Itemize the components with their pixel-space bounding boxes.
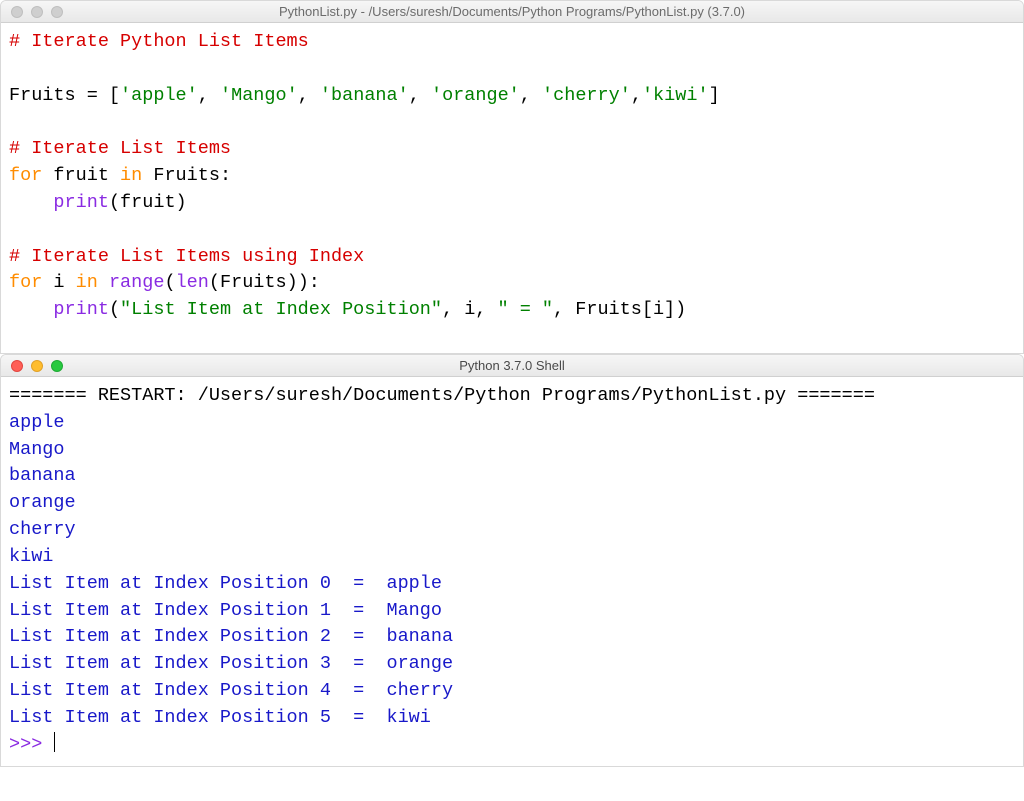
- cursor-icon: [54, 732, 55, 752]
- editor-titlebar[interactable]: PythonList.py - /Users/suresh/Documents/…: [1, 1, 1023, 23]
- code-var: Fruits: [9, 85, 76, 106]
- shell-output-line: List Item at Index Position 0 = apple: [9, 571, 1015, 598]
- editor-traffic-lights: [11, 6, 63, 18]
- code-comment: # Iterate Python List Items: [9, 31, 309, 52]
- shell-output-line: kiwi: [9, 544, 1015, 571]
- code-editor[interactable]: # Iterate Python List Items Fruits = ['a…: [1, 23, 1023, 353]
- shell-window: Python 3.7.0 Shell ======= RESTART: /Use…: [0, 354, 1024, 767]
- shell-output-line: banana: [9, 463, 1015, 490]
- zoom-icon[interactable]: [51, 360, 63, 372]
- shell-output-line: Mango: [9, 437, 1015, 464]
- shell-output-line: List Item at Index Position 1 = Mango: [9, 598, 1015, 625]
- shell-output-line: List Item at Index Position 2 = banana: [9, 624, 1015, 651]
- code-keyword-for: for: [9, 165, 42, 186]
- code-keyword-for: for: [9, 272, 42, 293]
- minimize-icon[interactable]: [31, 6, 43, 18]
- shell-output-line: cherry: [9, 517, 1015, 544]
- code-keyword-in: in: [76, 272, 98, 293]
- shell-titlebar[interactable]: Python 3.7.0 Shell: [1, 355, 1023, 377]
- shell-prompt: >>>: [9, 734, 53, 755]
- editor-window: PythonList.py - /Users/suresh/Documents/…: [0, 0, 1024, 354]
- shell-output-area[interactable]: ======= RESTART: /Users/suresh/Documents…: [1, 377, 1023, 766]
- close-icon[interactable]: [11, 6, 23, 18]
- zoom-icon[interactable]: [51, 6, 63, 18]
- code-builtin-print: print: [53, 299, 109, 320]
- shell-output-line: apple: [9, 410, 1015, 437]
- code-keyword-in: in: [120, 165, 142, 186]
- shell-restart-line: ======= RESTART: /Users/suresh/Documents…: [9, 385, 875, 406]
- shell-traffic-lights: [11, 360, 63, 372]
- code-comment: # Iterate List Items: [9, 138, 231, 159]
- shell-window-title: Python 3.7.0 Shell: [9, 358, 1015, 373]
- close-icon[interactable]: [11, 360, 23, 372]
- code-comment: # Iterate List Items using Index: [9, 246, 364, 267]
- code-builtin-print: print: [53, 192, 109, 213]
- shell-output-line: orange: [9, 490, 1015, 517]
- shell-output-line: List Item at Index Position 4 = cherry: [9, 678, 1015, 705]
- shell-output: appleMangobananaorangecherrykiwiList Ite…: [9, 410, 1015, 732]
- shell-output-line: List Item at Index Position 5 = kiwi: [9, 705, 1015, 732]
- code-builtin-len: len: [176, 272, 209, 293]
- editor-window-title: PythonList.py - /Users/suresh/Documents/…: [9, 4, 1015, 19]
- code-builtin-range: range: [109, 272, 165, 293]
- shell-output-line: List Item at Index Position 3 = orange: [9, 651, 1015, 678]
- minimize-icon[interactable]: [31, 360, 43, 372]
